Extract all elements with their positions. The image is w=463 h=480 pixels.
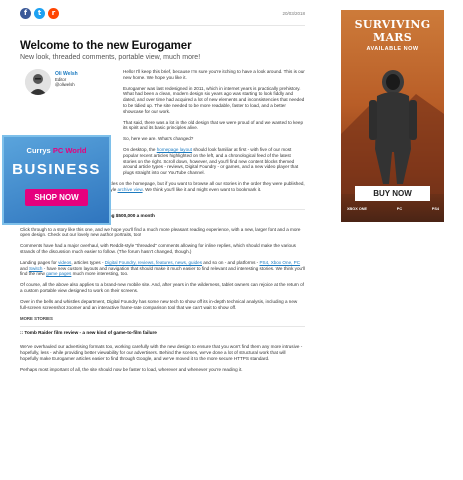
astronaut-illustration <box>341 70 444 194</box>
switch-link[interactable]: Switch <box>29 266 43 271</box>
videos-link[interactable]: videos <box>58 260 71 265</box>
reddit-icon[interactable]: r <box>48 8 59 19</box>
paragraph: Eurogamer was last redesigned in 2011, w… <box>123 85 305 114</box>
homepage-layout-link[interactable]: homepage layout <box>157 147 192 152</box>
more-stories-label: MORE STORIES <box>20 316 53 322</box>
game-pages-link[interactable]: game pages <box>46 271 71 276</box>
currys-logo: Currys PC World <box>26 146 87 155</box>
paragraph: Over in the bells and whistles departmen… <box>20 298 298 310</box>
mars-ad-title: SURVIVING MARS <box>354 18 431 44</box>
article: f t r 20/03/2018 Welcome to the new Euro… <box>2 8 306 378</box>
buy-now-button[interactable]: BUY NOW <box>355 186 430 201</box>
more-story-link[interactable]: :: Tomb Raider film review - a new kind … <box>20 326 305 335</box>
facebook-icon[interactable]: f <box>20 8 31 19</box>
paragraph: We've overhauled our advertising formats… <box>20 344 303 361</box>
currys-ad[interactable]: Currys PC World BUSINESS SHOP NOW <box>2 135 111 225</box>
currys-logo-pcworld: PC World <box>52 146 87 155</box>
paragraph-landing: Landing pages for videos, articles types… <box>20 259 306 277</box>
platforms-link[interactable]: PS4, Xbox One, PC <box>259 260 300 265</box>
surviving-mars-ad[interactable]: SURVIVING MARS AVAILABLE NOW BUY NOW XBO… <box>341 10 444 222</box>
article-intro-text: Hello! I'll keep this brief, because I'm… <box>123 69 305 176</box>
mars-ad-platforms: XBOX ONE PC PS4 <box>347 207 439 211</box>
paragraph: Perhaps most important of all, the site … <box>20 366 243 372</box>
article-title: Welcome to the new Eurogamer <box>20 40 192 52</box>
more-stories: MORE STORIES :: Tomb Raider film review … <box>20 316 305 335</box>
paragraph-homepage: On desktop, the homepage layout should l… <box>123 146 299 176</box>
article-body-top: Oli Welsh Editor @oliwelsh Currys PC Wor… <box>2 69 305 225</box>
shop-now-button[interactable]: SHOP NOW <box>25 189 88 206</box>
article-topbar: f t r 20/03/2018 <box>20 8 305 26</box>
paragraph: Of course, all the above also applies to… <box>20 282 304 293</box>
paragraph: Comments have had a major overhaul, with… <box>20 243 296 254</box>
platform-xbox: XBOX ONE <box>347 207 368 211</box>
paragraph: So, here we are. What's changed? <box>123 136 194 142</box>
twitter-icon[interactable]: t <box>34 8 45 19</box>
author-meta: Oli Welsh Editor @oliwelsh <box>55 71 78 88</box>
article-subtitle: New look, threaded comments, portable vi… <box>20 54 201 61</box>
currys-business-text: BUSINESS <box>12 161 101 178</box>
article-date: 20/03/2018 <box>282 11 305 16</box>
paragraph: That said, there was a lot in the old de… <box>123 119 304 131</box>
platform-ps4: PS4 <box>431 207 439 211</box>
paragraph: Click through to a story like this one, … <box>20 226 301 238</box>
article-types-link[interactable]: Digital Foundry, reviews, features, news… <box>105 260 202 265</box>
platform-pc: PC <box>396 207 403 211</box>
paragraph: Hello! I'll keep this brief, because I'm… <box>123 69 305 80</box>
archive-view-link[interactable]: archive view <box>118 187 143 192</box>
share-buttons: f t r <box>20 8 59 19</box>
avatar[interactable] <box>25 69 51 95</box>
author-handle[interactable]: @oliwelsh <box>55 82 78 87</box>
